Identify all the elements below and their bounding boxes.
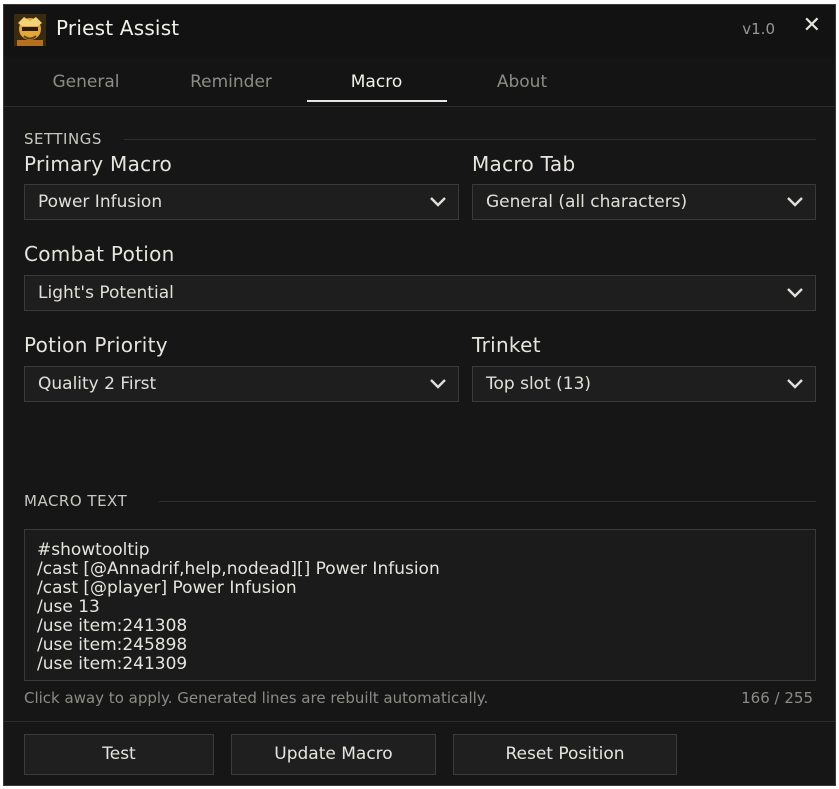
tab-about[interactable]: About — [491, 72, 553, 92]
tab-general[interactable]: General — [51, 72, 121, 92]
priest-portrait-icon — [14, 14, 46, 46]
settings-section-label: SETTINGS — [24, 130, 102, 148]
primary-macro-label: Primary Macro — [24, 152, 173, 176]
macro-text-divider — [159, 501, 816, 502]
character-counter: 166 / 255 — [741, 689, 813, 707]
chevron-down-icon — [787, 379, 803, 389]
priest-assist-window: Priest Assist v1.0 ✕ General Reminder Ma… — [3, 4, 836, 786]
primary-macro-value: Power Infusion — [38, 192, 163, 212]
macro-line: /use item:241309 — [37, 654, 188, 674]
macro-tab-label: Macro Tab — [472, 152, 576, 176]
macro-hint-text: Click away to apply. Generated lines are… — [24, 689, 489, 707]
title-bar[interactable]: Priest Assist v1.0 ✕ — [4, 5, 835, 57]
tab-reminder[interactable]: Reminder — [186, 72, 276, 92]
potion-priority-dropdown[interactable]: Quality 2 First — [24, 366, 459, 402]
footer-divider — [4, 721, 835, 722]
macro-line: /use item:245898 — [37, 635, 188, 655]
macro-line: #showtooltip — [37, 540, 150, 560]
macro-line: /use item:241308 — [37, 616, 188, 636]
test-button[interactable]: Test — [24, 734, 214, 775]
combat-potion-dropdown[interactable]: Light's Potential — [24, 275, 816, 311]
trinket-value: Top slot (13) — [486, 374, 592, 394]
potion-priority-value: Quality 2 First — [38, 374, 157, 394]
chevron-down-icon — [787, 197, 803, 207]
version-label: v1.0 — [742, 20, 775, 38]
reset-position-button[interactable]: Reset Position — [453, 734, 677, 775]
tab-macro[interactable]: Macro — [339, 72, 414, 92]
update-macro-button[interactable]: Update Macro — [231, 734, 436, 775]
trinket-label: Trinket — [472, 333, 541, 357]
trinket-dropdown[interactable]: Top slot (13) — [472, 366, 816, 402]
combat-potion-value: Light's Potential — [38, 283, 174, 303]
close-icon[interactable]: ✕ — [803, 13, 821, 38]
potion-priority-label: Potion Priority — [24, 333, 168, 357]
macro-text-editor[interactable]: #showtooltip /cast [@Annadrif,help,nodea… — [24, 529, 816, 681]
combat-potion-label: Combat Potion — [24, 242, 175, 266]
macro-text-section-label: MACRO TEXT — [24, 492, 128, 510]
chevron-down-icon — [430, 379, 446, 389]
macro-line: /use 13 — [37, 597, 100, 617]
macro-line: /cast [@Annadrif,help,nodead][] Power In… — [37, 559, 440, 579]
app-title: Priest Assist — [56, 16, 180, 40]
chevron-down-icon — [787, 288, 803, 298]
macro-line: /cast [@player] Power Infusion — [37, 578, 297, 598]
macro-tab-value: General (all characters) — [486, 192, 688, 212]
active-tab-indicator — [307, 100, 447, 102]
chevron-down-icon — [430, 197, 446, 207]
macro-tab-dropdown[interactable]: General (all characters) — [472, 184, 816, 220]
settings-divider — [124, 139, 816, 140]
primary-macro-dropdown[interactable]: Power Infusion — [24, 184, 459, 220]
